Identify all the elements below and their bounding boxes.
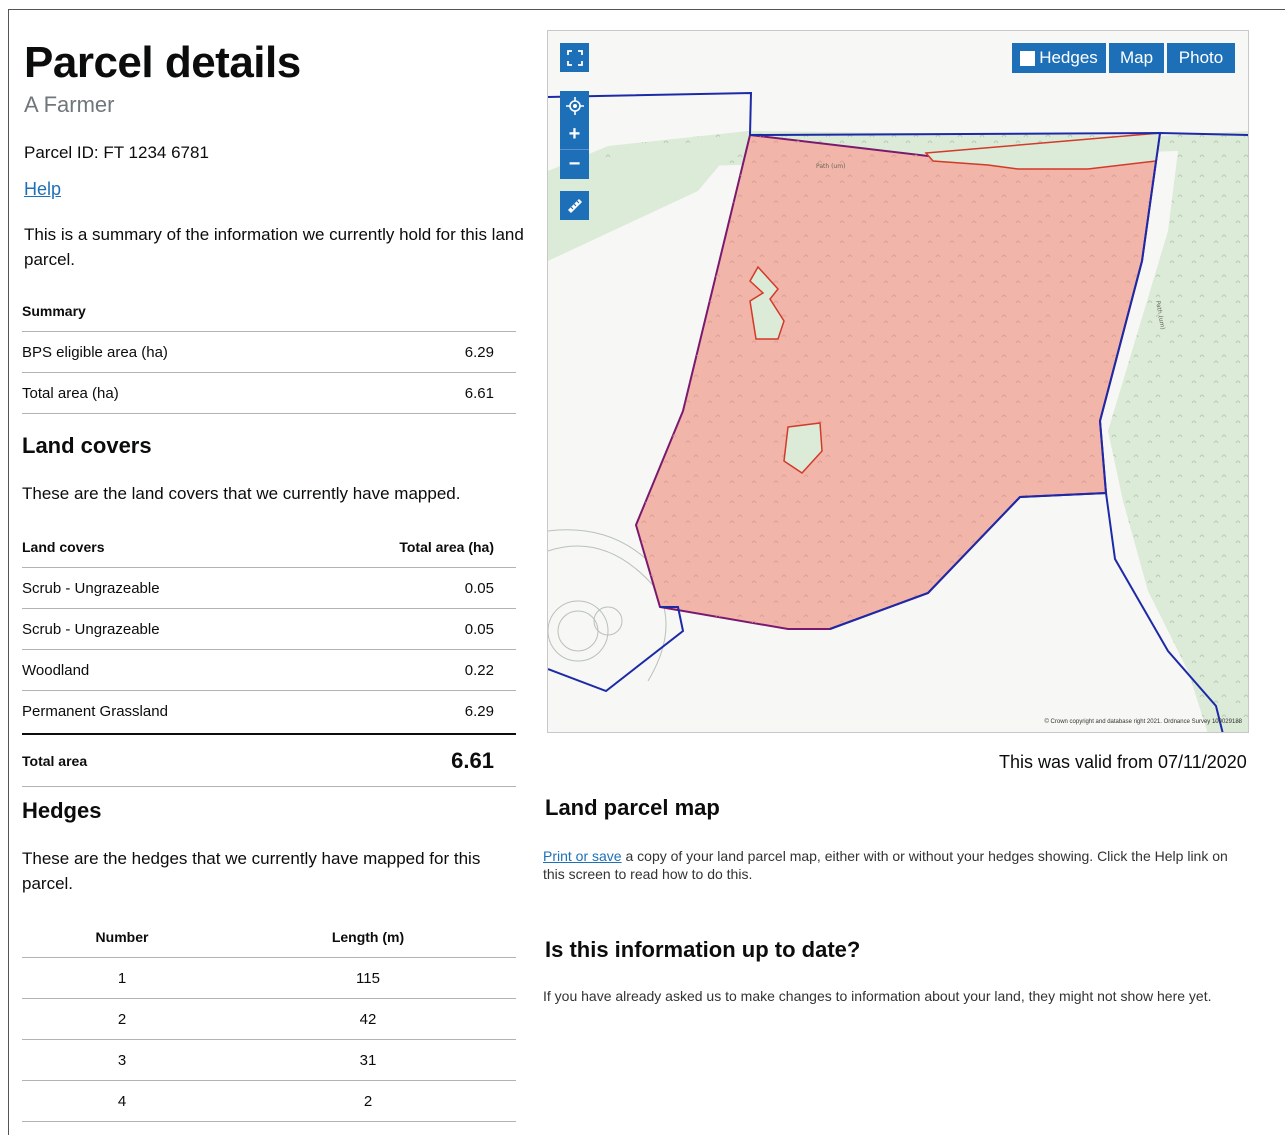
table-row: 3 31 [22,1040,516,1081]
hedge-number: 2 [117,1010,127,1028]
table-row: 4 2 [22,1081,516,1122]
up-to-date-text: If you have already asked us to make cha… [543,988,1212,1004]
table-row: 2 42 [22,999,516,1040]
row-value: 0.22 [464,661,494,679]
row-value: 0.05 [464,620,494,638]
farmer-name: A Farmer [24,92,115,117]
row-label: Total area (ha) [22,384,119,402]
page-title: Parcel details [24,38,301,87]
expand-icon [566,49,583,66]
summary-heading: Summary [22,303,86,319]
ruler-icon [567,198,582,213]
fullscreen-button[interactable] [560,43,589,72]
table-row: Woodland 0.22 [22,650,516,691]
hedge-number: 4 [117,1092,127,1110]
hedge-length: 31 [359,1051,377,1069]
up-to-date-heading: Is this information up to date? [545,937,861,962]
hedges-intro: These are the hedges that we currently h… [22,849,481,893]
map-copyright: © Crown copyright and database right 202… [1044,719,1242,725]
row-value: 6.61 [464,384,494,402]
column-header: Length (m) [331,929,405,945]
land-parcel-map-heading: Land parcel map [545,795,720,820]
row-value: 6.29 [464,703,494,720]
hedge-length: 2 [363,1092,373,1110]
intro-text: This is a summary of the information we … [24,225,524,269]
tab-map-label: Map [1119,48,1154,67]
table-row: Scrub - Ungrazeable 0.05 [22,609,516,650]
hedge-number: 3 [117,1051,127,1069]
help-link[interactable]: Help [24,179,61,200]
land-covers-header: Land covers Total area (ha) [22,527,516,568]
tab-hedges-label: Hedges [1039,48,1098,67]
locate-button[interactable] [560,91,589,120]
total-row: Total area 6.61 [22,733,516,787]
total-label: Total area [22,752,88,769]
land-covers-heading: Land covers [22,433,152,458]
column-header: Land covers [22,539,105,555]
column-header: Number [95,929,149,945]
tab-hedges[interactable]: Hedges [1012,43,1106,73]
zoom-out-button[interactable]: − [560,149,589,179]
tab-map[interactable]: Map [1109,43,1164,73]
total-value: 6.61 [451,747,494,773]
tab-photo-label: Photo [1178,48,1224,67]
tab-photo[interactable]: Photo [1167,43,1235,73]
row-label: Scrub - Ungrazeable [22,620,160,638]
table-row: Permanent Grassland 6.29 [22,691,516,732]
table-row: Scrub - Ungrazeable 0.05 [22,568,516,609]
land-parcel-map[interactable]: Path (um) Path (um) + − Hedges Map Photo… [547,30,1249,733]
land-parcel-map-text: Print or save a copy of your land parcel… [543,847,1233,883]
hedge-length: 42 [359,1010,377,1028]
print-or-save-link[interactable]: Print or save [543,848,622,864]
row-label: BPS eligible area (ha) [22,343,168,361]
column-header: Total area (ha) [399,539,494,555]
valid-from: This was valid from 07/11/2020 [999,752,1247,772]
svg-text:Path (um): Path (um) [816,163,845,170]
hedges-checkbox[interactable] [1020,50,1036,66]
crosshair-icon [565,96,584,115]
table-row: 1 115 [22,958,516,999]
row-label: Permanent Grassland [22,703,168,720]
row-label: Woodland [22,661,90,679]
hedges-heading: Hedges [22,798,102,823]
land-parcel-map-description: a copy of your land parcel map, either w… [543,848,1228,882]
table-row: BPS eligible area (ha) 6.29 [22,332,516,373]
row-label: Scrub - Ungrazeable [22,579,160,597]
hedges-header: Number Length (m) [22,917,516,958]
plus-icon: + [568,123,581,145]
measure-button[interactable] [560,191,589,220]
hedge-length: 115 [356,969,380,987]
parcel-id: Parcel ID: FT 1234 6781 [24,143,209,162]
summary-header: Summary [22,291,516,332]
row-value: 6.29 [464,343,494,361]
row-value: 0.05 [464,579,494,597]
map-canvas: Path (um) Path (um) [548,91,1248,732]
hedge-number: 1 [117,969,127,987]
minus-icon: − [568,153,581,175]
zoom-in-button[interactable]: + [560,120,589,149]
table-row: Total area (ha) 6.61 [22,373,516,414]
land-covers-intro: These are the land covers that we curren… [22,484,461,503]
